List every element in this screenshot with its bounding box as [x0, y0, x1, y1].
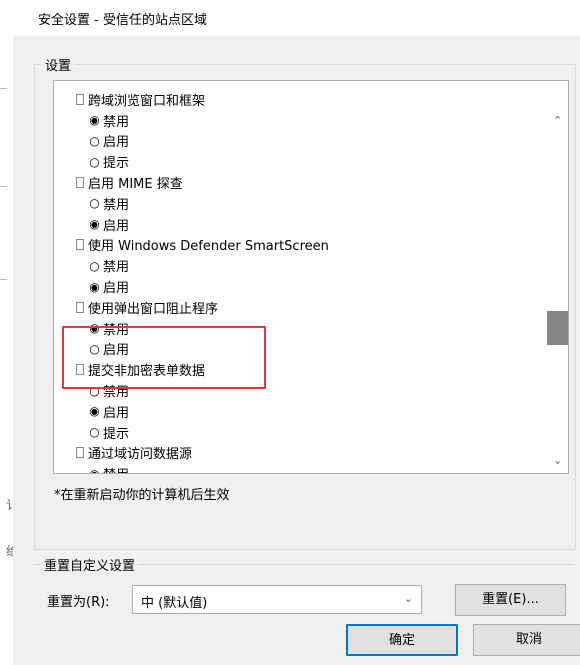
reset-button[interactable]: 重置(E)...	[455, 584, 566, 616]
chevron-down-icon: ⌄	[403, 592, 413, 605]
option-label: 启用	[103, 281, 130, 297]
settings-option[interactable]: ◉ 启用	[54, 214, 546, 235]
reset-group-legend: 重置自定义设置	[40, 555, 140, 574]
settings-option[interactable]: ○ 启用	[54, 339, 546, 360]
category-label: 启用 MIME 探查	[88, 177, 183, 193]
window-title: 安全设置 - 受信任的站点区域	[38, 13, 207, 28]
reset-level-select[interactable]: 中 (默认值) ⌄	[132, 585, 422, 614]
category-label: 使用 Windows Defender SmartScreen	[88, 239, 329, 255]
settings-option[interactable]: ○ 禁用	[54, 380, 546, 401]
option-label: 禁用	[103, 322, 130, 338]
option-label: 禁用	[103, 464, 129, 473]
scroll-down-arrow-icon[interactable]: ⌄	[547, 451, 568, 471]
settings-category[interactable]: 启用 MIME 探查	[54, 172, 546, 193]
settings-option[interactable]: ○ 启用	[54, 131, 546, 152]
edge-line	[0, 88, 7, 89]
scroll-up-arrow-icon[interactable]: ⌃	[547, 111, 568, 131]
radio-icon[interactable]: ○	[88, 155, 101, 169]
settings-category[interactable]: 使用弹出窗口阻止程序	[54, 297, 546, 318]
settings-group-legend: 设置	[41, 55, 76, 74]
reset-to-label: 重置为(R):	[47, 595, 110, 610]
radio-icon[interactable]: ◉	[88, 467, 101, 473]
option-label: 提示	[103, 156, 130, 172]
option-label: 启用	[103, 343, 130, 359]
settings-list-content: 跨域浏览窗口和框架 ◉ 禁用 ○ 启用 ○ 提示 启用 MIME 探查 ○ 禁用 ◉ 启用 使用 Win…	[54, 89, 546, 473]
settings-option[interactable]: ○ 提示	[54, 422, 546, 443]
background-window-edge: 讠 绐	[0, 36, 14, 665]
settings-list[interactable]: 跨域浏览窗口和框架 ◉ 禁用 ○ 启用 ○ 提示 启用 MIME 探查 ○ 禁用 ◉ 启用 使用 Win…	[53, 80, 569, 474]
radio-icon[interactable]: ○	[88, 425, 101, 439]
settings-category[interactable]: 跨域浏览窗口和框架	[54, 89, 546, 110]
settings-category[interactable]: 通过域访问数据源	[54, 443, 546, 464]
edge-line	[0, 279, 7, 280]
document-icon	[76, 93, 84, 105]
radio-icon[interactable]: ○	[88, 342, 101, 356]
settings-category[interactable]: 提交非加密表单数据	[54, 359, 546, 380]
category-label: 跨域浏览窗口和框架	[88, 93, 206, 109]
radio-icon[interactable]: ○	[88, 134, 101, 148]
restart-note: *在重新启动你的计算机后生效	[54, 488, 230, 503]
radio-icon[interactable]: ○	[88, 196, 101, 210]
option-label: 提示	[103, 426, 130, 442]
radio-icon[interactable]: ◉	[88, 217, 101, 231]
document-icon	[76, 177, 84, 189]
option-label: 禁用	[103, 385, 130, 401]
reset-level-value: 中 (默认值)	[141, 596, 208, 611]
option-label: 启用	[103, 218, 130, 234]
settings-option[interactable]: ◉ 启用	[54, 276, 546, 297]
cancel-button[interactable]: 取消	[473, 624, 580, 656]
settings-option[interactable]: ◉ 启用	[54, 401, 546, 422]
settings-category[interactable]: 使用 Windows Defender SmartScreen	[54, 235, 546, 256]
edge-line	[0, 186, 7, 187]
radio-icon[interactable]: ○	[88, 384, 101, 398]
settings-option[interactable]: ◉禁用	[54, 463, 546, 473]
vertical-scrollbar[interactable]: ⌃ ⌄	[547, 81, 568, 473]
category-label: 使用弹出窗口阻止程序	[88, 301, 219, 317]
settings-option[interactable]: ◉禁用	[54, 110, 546, 131]
document-icon	[76, 301, 84, 313]
option-label: 禁用	[103, 260, 130, 276]
option-label: 禁用	[103, 114, 130, 130]
category-label: 提交非加密表单数据	[88, 364, 206, 380]
category-label: 通过域访问数据源	[88, 447, 193, 463]
radio-icon[interactable]: ◉	[88, 404, 101, 418]
scrollbar-thumb[interactable]	[547, 311, 568, 345]
document-icon	[76, 239, 84, 251]
radio-icon[interactable]: ○	[88, 259, 101, 273]
option-label: 启用	[103, 135, 130, 151]
title-bar: 安全设置 - 受信任的站点区域	[0, 0, 580, 36]
settings-option[interactable]: ◉禁用	[54, 318, 546, 339]
option-label: 禁用	[103, 197, 130, 213]
settings-option[interactable]: ○ 禁用	[54, 193, 546, 214]
settings-option[interactable]: ○ 禁用	[54, 255, 546, 276]
option-label: 启用	[103, 405, 130, 421]
radio-icon[interactable]: ◉	[88, 321, 101, 335]
document-icon	[76, 447, 84, 459]
security-settings-dialog: 设置 跨域浏览窗口和框架 ◉ 禁用 ○ 启用 ○ 提示 启用 MIME 探查 ○ 禁用 ◉ 启用 使用 …	[13, 36, 580, 665]
radio-icon[interactable]: ◉	[88, 113, 101, 127]
settings-option[interactable]: ○ 提示	[54, 151, 546, 172]
radio-icon[interactable]: ◉	[88, 280, 101, 294]
ok-button[interactable]: 确定	[346, 624, 458, 656]
document-icon	[76, 364, 84, 376]
